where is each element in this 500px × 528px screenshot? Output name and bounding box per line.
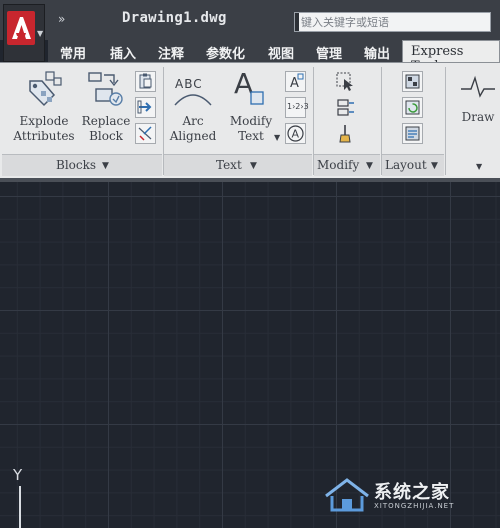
arc-aligned-abc-glyph: ABC: [175, 77, 203, 91]
tab-home[interactable]: 常用: [60, 43, 86, 62]
trim-icon: [138, 126, 152, 141]
text-panel-title: Text: [216, 158, 242, 172]
layout-grid-icon: [405, 74, 420, 89]
auto-number-glyph: 1›2›3: [287, 102, 309, 111]
replace-block-icon: [88, 72, 123, 106]
chevron-down-icon: ▼: [250, 161, 257, 171]
tab-output[interactable]: 输出: [364, 43, 390, 62]
text-panel-footer[interactable]: Text ▼: [164, 154, 312, 176]
application-menu-button[interactable]: ▼: [3, 4, 45, 62]
tab-manage[interactable]: 管理: [316, 43, 342, 62]
explode-attributes-label-line1: Explode: [19, 114, 69, 128]
title-bar: » Drawing1.dwg: [0, 0, 500, 40]
chevron-down-icon: ▼: [431, 161, 438, 171]
house-logo-icon: [325, 478, 369, 512]
extend-to-nested-button[interactable]: [135, 97, 156, 118]
list-viewport-scale-button[interactable]: [402, 123, 423, 144]
ribbon-tab-bar: 常用 插入 注释 参数化 视图 管理 输出 Express Tools: [48, 40, 500, 74]
refresh-layout-icon: [405, 100, 420, 115]
chevron-down-icon: ▼: [37, 29, 44, 38]
explode-attributes-button[interactable]: Explode Attributes: [12, 67, 76, 153]
viewport-list-icon: [405, 126, 420, 141]
replace-block-label-line1: Replace: [81, 114, 131, 128]
ucs-y-axis-label: Y: [13, 466, 23, 484]
watermark-text: 系统之家: [374, 482, 450, 503]
explode-attributes-icon: [29, 71, 62, 107]
modify-text-button[interactable]: A Modify Text ▼: [226, 67, 280, 153]
drawing-order-button[interactable]: [335, 123, 356, 144]
search-box[interactable]: [294, 12, 491, 32]
modify-panel-title: Modify: [317, 158, 360, 172]
clipboard-icon: [139, 73, 152, 89]
search-input[interactable]: [301, 14, 485, 30]
align-space-button[interactable]: [402, 71, 423, 92]
layout-panel-footer[interactable]: Layout ▼: [382, 154, 444, 176]
modify-text-label-line2: Text: [238, 129, 264, 143]
tab-annotate[interactable]: 注释: [158, 43, 184, 62]
draw-label: Draw: [461, 110, 495, 124]
svg-text:A: A: [292, 128, 300, 141]
multiple-pedit-button[interactable]: [335, 71, 356, 92]
circled-a-icon: A: [287, 125, 304, 142]
tab-parametric[interactable]: 参数化: [206, 43, 245, 62]
blocks-panel-footer[interactable]: Blocks ▼: [2, 154, 162, 176]
explode-attributes-label-line2: Attributes: [13, 129, 75, 143]
arc-icon: [174, 94, 212, 106]
replace-block-label-line2: Block: [89, 129, 123, 143]
tab-view[interactable]: 视图: [268, 43, 294, 62]
blocks-panel-title: Blocks: [56, 158, 97, 172]
arc-aligned-label-line2: Aligned: [169, 129, 217, 143]
brush-icon: [339, 125, 351, 143]
text-fit-button[interactable]: A: [285, 71, 306, 92]
explode-attributes-label: Explode Attributes: [8, 114, 80, 144]
document-title: Drawing1.dwg: [122, 10, 227, 26]
stretch-icon: [337, 99, 354, 116]
ribbon-panel: Explode Attributes Replace Block Blocks …: [0, 62, 500, 178]
enclose-text-button[interactable]: A: [285, 123, 306, 144]
move-copy-rotate-button[interactable]: [335, 97, 356, 118]
modify-text-label-line1: Modify: [229, 114, 273, 128]
modify-panel-footer[interactable]: Modify ▼: [314, 154, 380, 176]
site-watermark: 系统之家 XITONGZHIJIA.NET: [322, 470, 492, 520]
copy-nested-objects-button[interactable]: [135, 71, 156, 92]
replace-block-label: Replace Block: [74, 114, 138, 144]
search-box-left-edge: [295, 13, 299, 31]
chevron-down-icon: ▼: [366, 161, 373, 171]
chevron-down-icon[interactable]: ▼: [274, 133, 280, 142]
panel-divider: [445, 67, 446, 175]
autocad-logo-icon: [7, 11, 35, 45]
quick-access-chevron[interactable]: »: [58, 12, 65, 26]
auto-number-button[interactable]: 1›2›3: [285, 97, 309, 118]
ucs-y-axis-icon: [19, 486, 21, 528]
modify-text-label: Modify Text: [221, 114, 281, 144]
draw-button[interactable]: Draw ▼: [452, 67, 500, 171]
replace-block-button[interactable]: Replace Block: [82, 67, 132, 153]
arc-aligned-label: Arc Aligned: [161, 114, 225, 144]
text-edit-icon: [250, 91, 264, 105]
tab-express-tools[interactable]: Express Tools: [402, 40, 500, 74]
chevron-down-icon[interactable]: ▼: [476, 162, 482, 171]
arc-aligned-label-line1: Arc: [182, 114, 204, 128]
arrow-right-icon: [137, 100, 152, 114]
arc-aligned-button[interactable]: ABC Arc Aligned: [168, 67, 218, 153]
layout-panel-title: Layout: [385, 158, 427, 172]
text-fit-icon: A: [290, 73, 304, 91]
break-line-icon: [461, 75, 495, 98]
synchronize-viewports-button[interactable]: [402, 97, 423, 118]
select-cursor-icon: [336, 72, 353, 91]
tab-insert[interactable]: 插入: [110, 43, 136, 62]
chevron-down-icon: ▼: [102, 161, 109, 171]
watermark-subtext: XITONGZHIJIA.NET: [374, 502, 455, 510]
trim-to-nested-button[interactable]: [135, 123, 156, 144]
